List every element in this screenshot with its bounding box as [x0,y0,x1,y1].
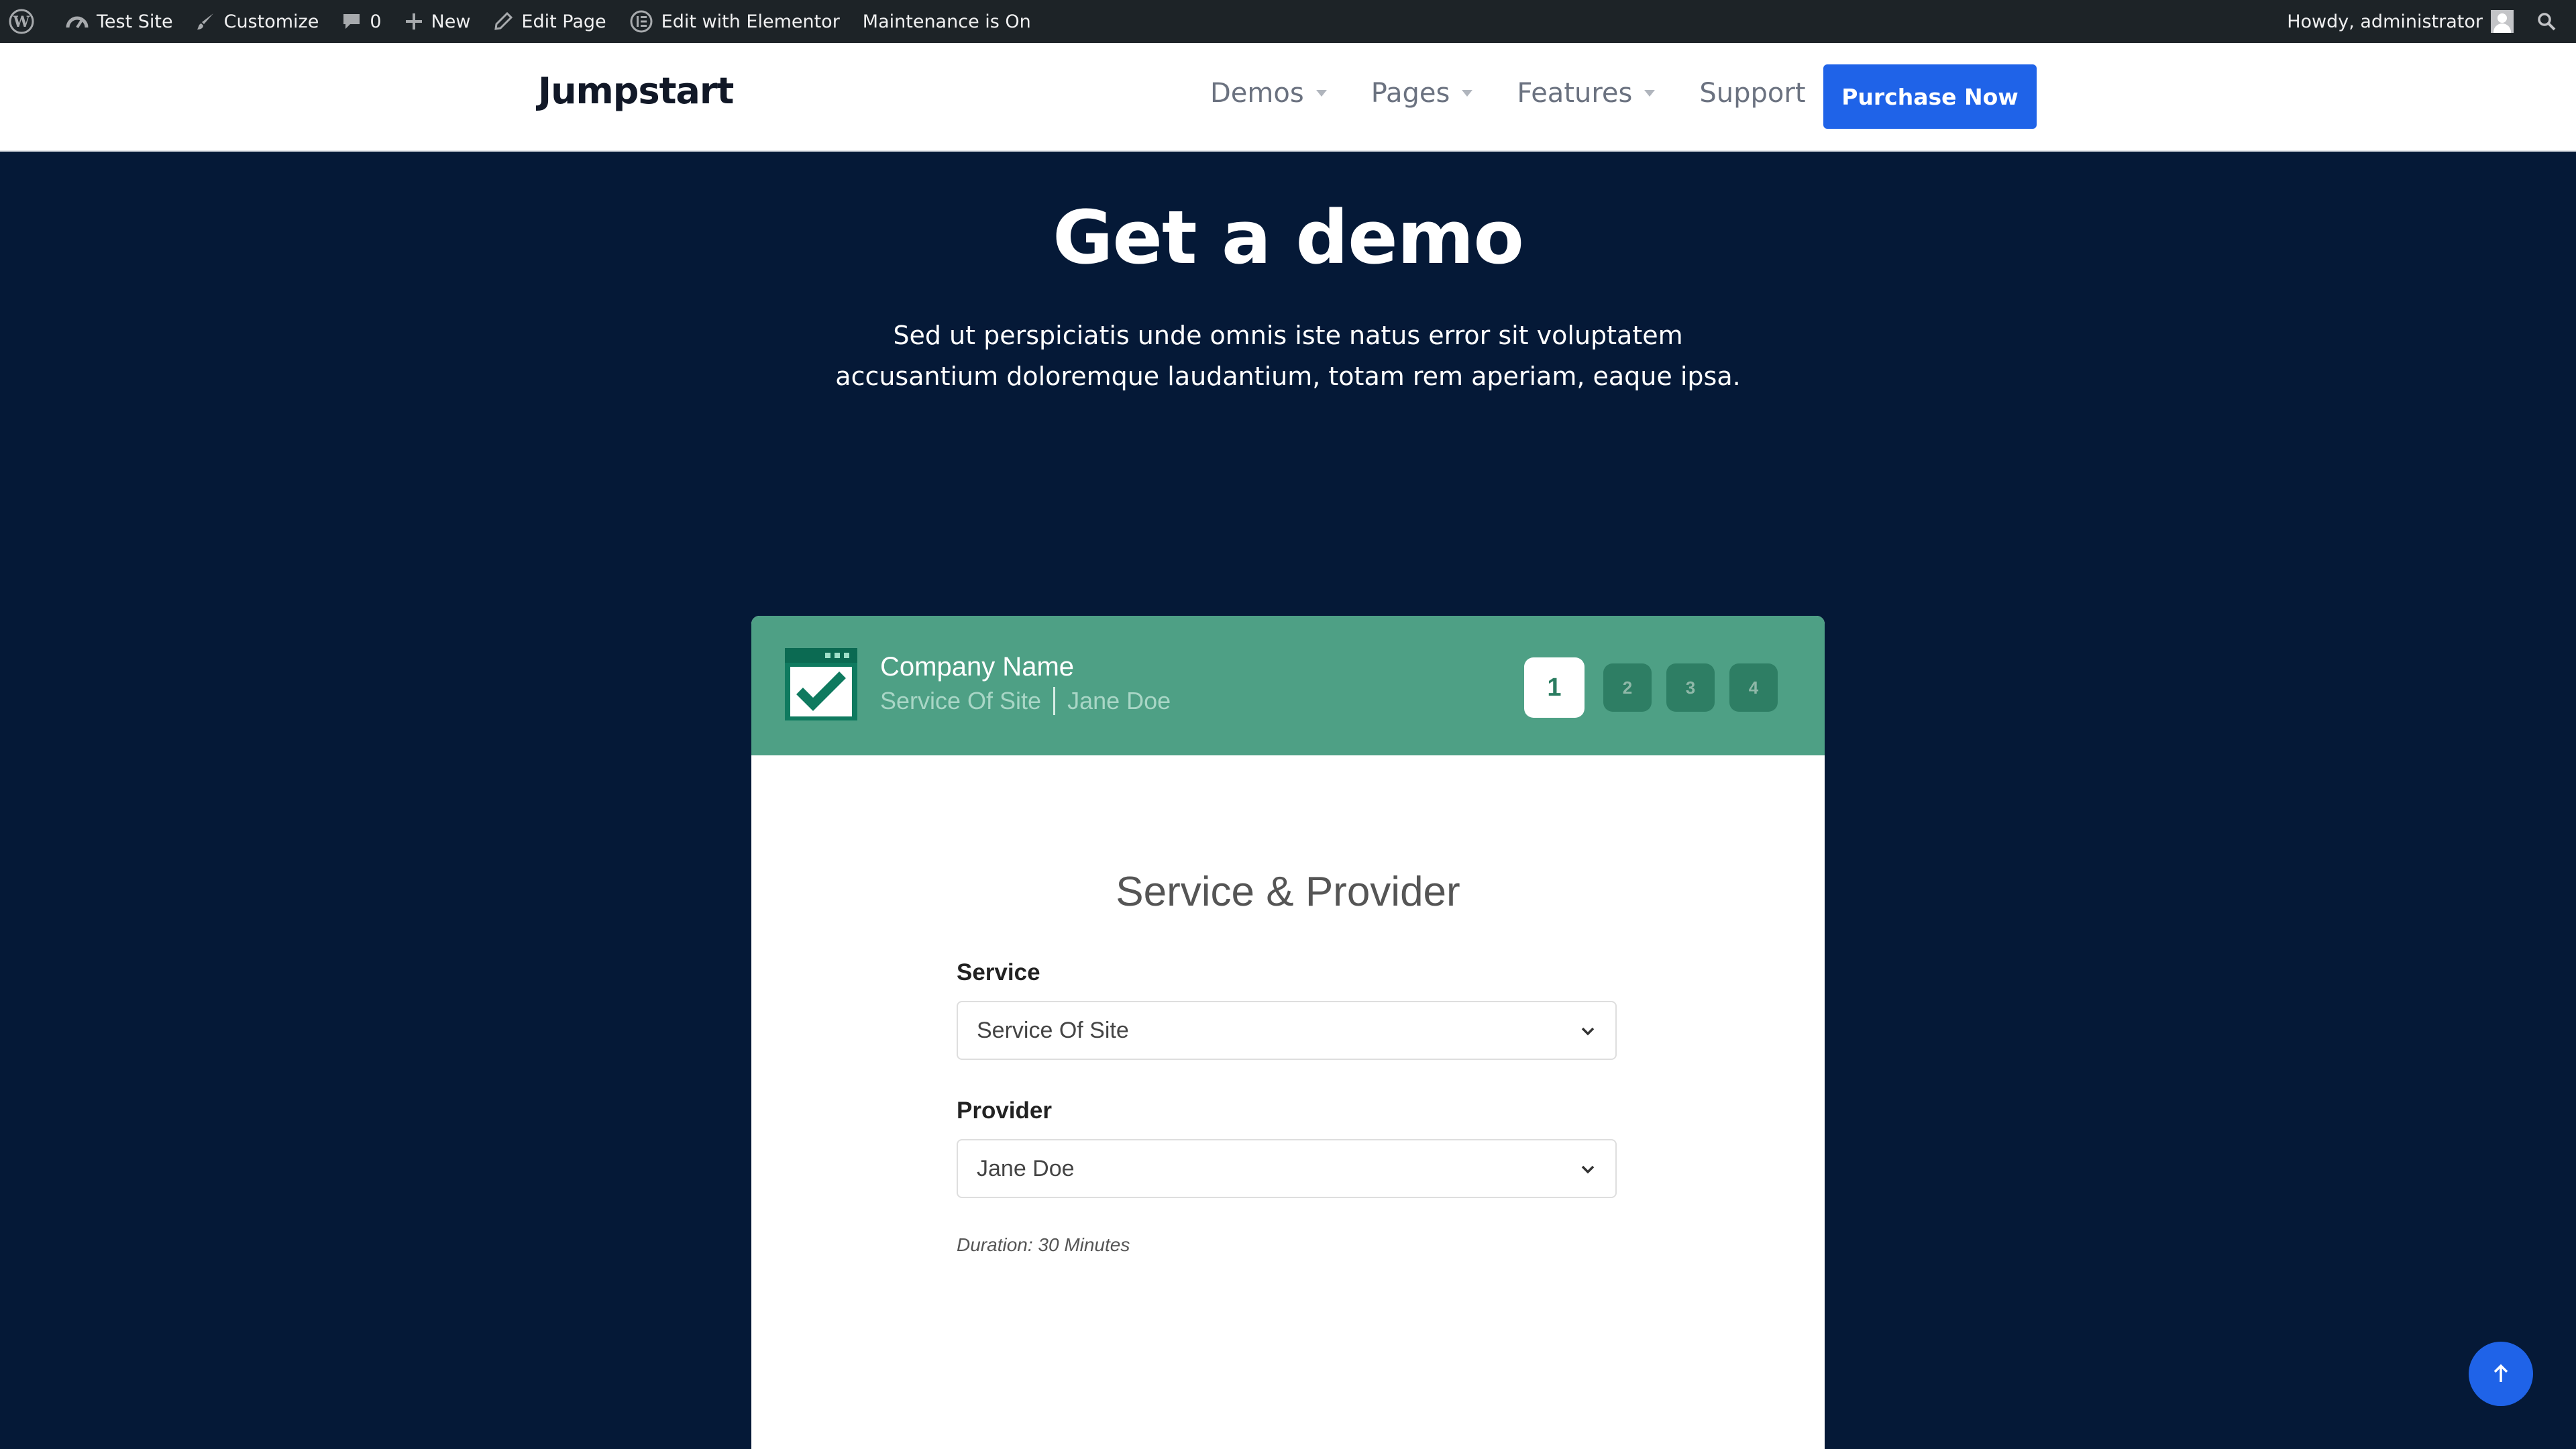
back-to-top-button[interactable] [2469,1342,2533,1406]
step-2[interactable]: 2 [1603,663,1652,712]
booking-header: Company Name Service Of Site Jane Doe 1 … [751,616,1825,755]
dashboard-icon [66,16,89,29]
nav-label: Demos [1210,78,1304,109]
site-name: Test Site [97,11,173,32]
summary-service: Service Of Site [880,687,1042,714]
service-select-value: Service Of Site [977,1017,1129,1043]
hero-description: Sed ut perspiciatis unde omnis iste natu… [818,315,1758,397]
brush-icon [197,13,213,30]
nav-label: Pages [1371,78,1450,109]
nav-item-pages[interactable]: Pages [1371,78,1473,109]
nav-item-support[interactable]: Support [1699,78,1805,109]
step-3[interactable]: 3 [1666,663,1715,712]
step-1[interactable]: 1 [1524,657,1585,718]
admin-search-button[interactable] [2525,0,2576,43]
form-title: Service & Provider [1116,869,1460,915]
purchase-now-button[interactable]: Purchase Now [1823,64,2037,129]
howdy-label: Howdy, administrator [2287,11,2483,32]
service-select[interactable]: Service Of Site [957,1001,1617,1060]
service-label: Service [957,959,1040,985]
nav-item-features[interactable]: Features [1517,78,1656,109]
account-menu[interactable]: Howdy, administrator [2275,0,2525,43]
site-name-link[interactable]: Test Site [54,0,184,43]
edit-page-label: Edit Page [521,11,606,32]
new-label: New [431,11,471,32]
booking-widget: Company Name Service Of Site Jane Doe 1 … [751,616,1825,1449]
edit-elementor-label: Edit with Elementor [661,11,840,32]
hero-text-line: accusantium doloremque laudantium, totam… [835,362,1741,391]
calendar-check-icon [785,648,857,720]
provider-select[interactable]: Jane Doe [957,1139,1617,1198]
duration-text: Duration: 30 Minutes [957,1234,1130,1255]
page-title: Get a demo [1053,195,1524,280]
avatar [2491,10,2514,33]
edit-elementor-link[interactable]: Edit with Elementor [618,0,851,43]
nav-label: Support [1699,78,1806,109]
provider-label: Provider [957,1097,1052,1124]
main-nav: Demos Pages Features Support [1210,78,1850,109]
provider-select-value: Jane Doe [977,1155,1075,1181]
plus-icon [405,13,422,30]
elementor-icon [630,10,653,33]
hero-text-line: Sed ut perspiciatis unde omnis iste natu… [893,321,1683,350]
customize-label: Customize [223,11,319,32]
maintenance-label: Maintenance is On [862,11,1031,32]
step-indicator: 1 2 3 4 [1524,657,1792,718]
edit-page-link[interactable]: Edit Page [482,0,617,43]
search-icon [2538,13,2556,31]
summary-provider: Jane Doe [1067,687,1171,714]
nav-item-demos[interactable]: Demos [1210,78,1327,109]
site-logo[interactable]: Jumpstart [538,70,734,112]
step-4[interactable]: 4 [1729,663,1778,712]
site-header: Jumpstart Demos Pages Features Support P… [0,43,2576,152]
caret-down-icon [1644,90,1656,97]
arrow-up-icon [2493,1364,2508,1382]
wordpress-menu[interactable]: W [0,0,54,43]
caret-down-icon [1462,90,1473,97]
customize-link[interactable]: Customize [184,0,331,43]
summary-divider [1053,687,1056,715]
chevron-down-icon [1581,1027,1595,1036]
admin-bar: W Test Site Customize 0 New Edit Page Ed… [0,0,2576,43]
comments-count: 0 [370,11,382,32]
booking-summary: Service Of Site Jane Doe [880,687,1171,715]
new-content-link[interactable]: New [393,0,482,43]
company-name: Company Name [880,652,1075,682]
nav-label: Features [1517,78,1633,109]
pencil-icon [494,11,513,30]
comments-link[interactable]: 0 [330,0,392,43]
maintenance-status[interactable]: Maintenance is On [851,0,1042,43]
svg-text:W: W [13,13,30,31]
wordpress-icon: W [9,9,34,34]
caret-down-icon [1316,90,1327,97]
comment-icon [343,14,360,29]
chevron-down-icon [1581,1165,1595,1174]
